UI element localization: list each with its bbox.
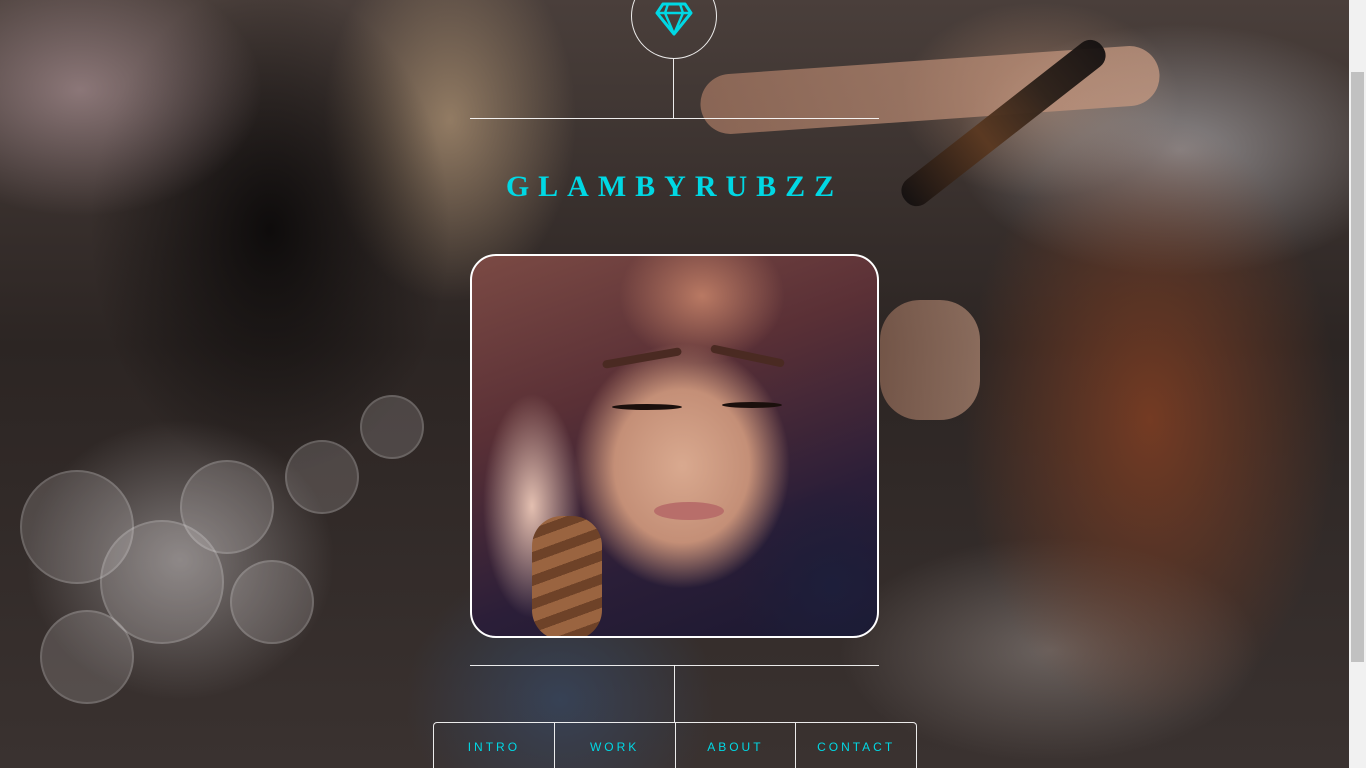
nav-link-about[interactable]: ABOUT — [676, 723, 797, 768]
site-title[interactable]: GLAMBYRUBZZ — [470, 168, 879, 206]
diamond-icon — [655, 2, 693, 36]
profile-portrait-image — [470, 254, 879, 638]
nav-link-intro[interactable]: INTRO — [434, 723, 555, 768]
scrollbar-thumb[interactable] — [1351, 72, 1364, 662]
header-connector-line — [673, 59, 674, 118]
nav-link-work[interactable]: WORK — [555, 723, 676, 768]
page: GLAMBYRUBZZ INTRO WORK ABOUT CONTACT — [0, 0, 1366, 768]
header-divider — [470, 118, 879, 119]
footer-connector-line — [674, 665, 675, 722]
nav-link-contact[interactable]: CONTACT — [796, 723, 916, 768]
main-navigation: INTRO WORK ABOUT CONTACT — [433, 722, 917, 768]
